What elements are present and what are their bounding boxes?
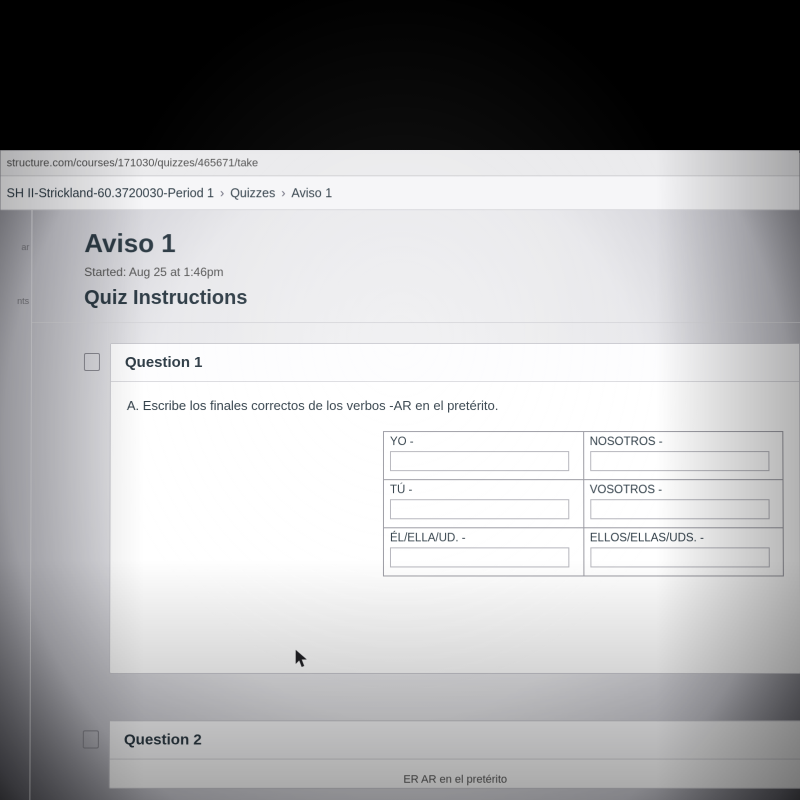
quiz-started-time: Started: Aug 25 at 1:46pm: [84, 265, 800, 279]
chevron-right-icon: ›: [281, 186, 285, 200]
input-ellos[interactable]: [590, 547, 769, 567]
flag-question-icon[interactable]: [84, 353, 100, 371]
question-header: Question 2: [110, 721, 800, 759]
breadcrumb-section[interactable]: Quizzes: [230, 186, 275, 200]
quiz-title: Aviso 1: [84, 228, 799, 259]
url-text: structure.com/courses/171030/quizzes/465…: [7, 157, 259, 169]
course-nav: ar nts: [0, 210, 32, 800]
divider: [32, 322, 800, 323]
cell-label-yo: YO -: [390, 436, 414, 448]
url-bar: structure.com/courses/171030/quizzes/465…: [1, 150, 800, 176]
input-vosotros[interactable]: [590, 499, 769, 519]
cell-label-tu: TÚ -: [390, 484, 412, 496]
question-header: Question 1: [111, 344, 799, 382]
breadcrumb-course[interactable]: SH II-Strickland-60.3720030-Period 1: [7, 186, 214, 200]
flag-question-icon[interactable]: [83, 730, 99, 748]
input-nosotros[interactable]: [590, 451, 769, 471]
question2-partial-text: ER AR en el pretérito: [403, 774, 507, 786]
conjugation-table: YO - NOSOTROS -: [383, 431, 784, 576]
input-yo[interactable]: [390, 451, 569, 471]
nav-item[interactable]: ar: [0, 238, 31, 256]
cell-label-ellos: ELLOS/ELLAS/UDS. -: [590, 532, 704, 544]
cell-label-el: ÉL/ELLA/UD. -: [390, 532, 466, 544]
input-el[interactable]: [390, 547, 569, 567]
question-prompt: A. Escribe los finales correctos de los …: [127, 398, 783, 413]
nav-item[interactable]: nts: [0, 292, 31, 310]
quiz-instructions-heading: Quiz Instructions: [84, 287, 800, 310]
question-card: Question 1 A. Escribe los finales correc…: [109, 343, 800, 674]
input-tu[interactable]: [390, 499, 569, 519]
breadcrumb: SH II-Strickland-60.3720030-Period 1 › Q…: [1, 176, 800, 210]
question-card: Question 2 ER AR en el pretérito: [109, 720, 800, 789]
breadcrumb-item[interactable]: Aviso 1: [291, 186, 332, 200]
cell-label-nosotros: NOSOTROS -: [590, 436, 663, 448]
chevron-right-icon: ›: [220, 186, 224, 200]
cell-label-vosotros: VOSOTROS -: [590, 484, 662, 496]
